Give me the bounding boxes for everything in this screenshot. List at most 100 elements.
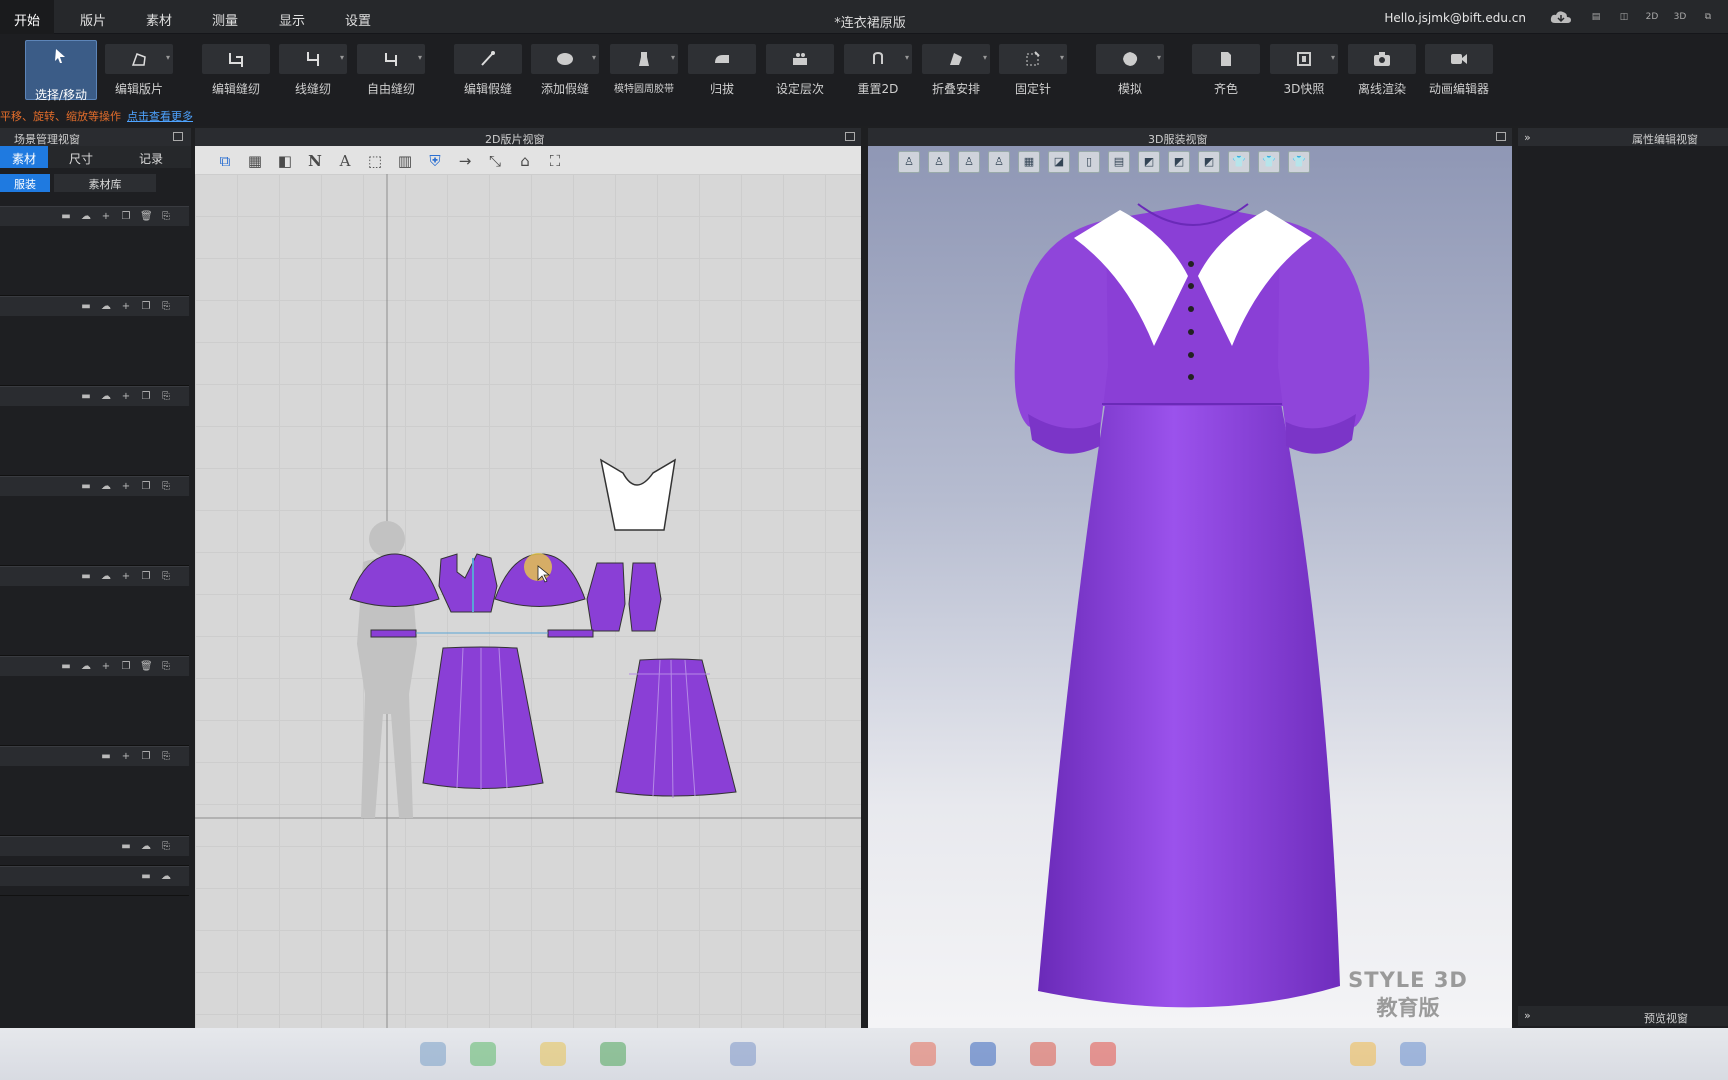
taskbar-app-icon[interactable]: [910, 1042, 936, 1066]
taskbar-app-icon[interactable]: [600, 1042, 626, 1066]
cloud-icon[interactable]: ☁: [100, 571, 112, 582]
edit-sewing-tool[interactable]: 编辑缝纫: [196, 44, 276, 100]
texture-icon[interactable]: ▦: [1018, 151, 1040, 173]
expand-icon[interactable]: »: [1524, 1009, 1531, 1022]
apply-icon[interactable]: ⎘: [160, 661, 172, 672]
fabric-surface-icon[interactable]: ▯: [1078, 151, 1100, 173]
apply-icon[interactable]: ⎘: [160, 481, 172, 492]
folder-icon[interactable]: ▬: [100, 751, 112, 762]
fill-toggle-icon[interactable]: ◧: [275, 151, 295, 171]
expand-icon[interactable]: »: [1524, 131, 1531, 144]
copy-icon[interactable]: ❐: [140, 301, 152, 312]
animation-editor-tool[interactable]: 动画编辑器: [1419, 44, 1499, 100]
fold-arrange-tool[interactable]: ▾ 折叠安排: [916, 44, 996, 100]
cloud-icon[interactable]: ☁: [80, 211, 92, 222]
view-2d-button[interactable]: 2D: [1644, 11, 1660, 23]
apply-icon[interactable]: ⎘: [160, 211, 172, 222]
frame-icon[interactable]: ⬚: [365, 151, 385, 171]
apply-icon[interactable]: ⎘: [160, 301, 172, 312]
copy-icon[interactable]: ❐: [140, 481, 152, 492]
apply-icon[interactable]: ⎘: [160, 841, 172, 852]
cloud-icon[interactable]: ☁: [100, 301, 112, 312]
shade-dark-icon[interactable]: ◩: [1198, 151, 1220, 173]
add-icon[interactable]: +: [120, 571, 132, 582]
apply-icon[interactable]: ⎘: [160, 571, 172, 582]
folder-icon[interactable]: ▬: [80, 481, 92, 492]
menu-measure[interactable]: 测量: [212, 10, 238, 29]
copy-icon[interactable]: ❐: [120, 211, 132, 222]
tab-material[interactable]: 素材: [0, 146, 48, 168]
segment-sewing-tool[interactable]: ▾ 线缝纫: [273, 44, 353, 100]
copy-icon[interactable]: ❐: [140, 391, 152, 402]
copy-icon[interactable]: ❐: [140, 571, 152, 582]
pin-tool[interactable]: ▾ 固定针: [993, 44, 1073, 100]
menu-material[interactable]: 素材: [146, 10, 172, 29]
menu-settings[interactable]: 设置: [345, 10, 371, 29]
delete-icon[interactable]: 🗑: [140, 661, 153, 672]
user-account[interactable]: Hello.jsjmk@bift.edu.cn: [1380, 11, 1526, 25]
subtab-library[interactable]: 素材库: [54, 174, 156, 192]
offline-render-tool[interactable]: 离线渲染: [1342, 44, 1422, 100]
taskbar-app-icon[interactable]: [420, 1042, 446, 1066]
add-icon[interactable]: +: [120, 751, 132, 762]
house-icon[interactable]: ⌂: [515, 151, 535, 171]
add-icon[interactable]: +: [120, 481, 132, 492]
iron-tool[interactable]: 归拔: [682, 44, 762, 100]
view-multi-button[interactable]: ⧉: [1700, 11, 1716, 23]
folder-icon[interactable]: ▬: [120, 841, 132, 852]
folder-icon[interactable]: ▬: [80, 301, 92, 312]
add-icon[interactable]: +: [100, 661, 112, 672]
undock-icon[interactable]: [845, 132, 855, 141]
add-icon[interactable]: +: [100, 211, 112, 222]
view-3d-button[interactable]: 3D: [1672, 11, 1688, 23]
texture-toggle-icon[interactable]: ⧉: [215, 151, 235, 171]
taskbar-app-icon[interactable]: [1400, 1042, 1426, 1066]
avatar-tape-tool[interactable]: ▾ 模特圆周胶带: [604, 44, 684, 100]
delete-icon[interactable]: 🗑: [140, 211, 153, 222]
scale-icon[interactable]: ⤡: [485, 151, 505, 171]
edit-pattern-tool[interactable]: ▾ 编辑版片: [99, 44, 179, 100]
avatar-measure-icon[interactable]: ♙: [958, 151, 980, 173]
menu-display[interactable]: 显示: [279, 10, 305, 29]
ruler-icon[interactable]: ▥: [395, 151, 415, 171]
piece-name-icon[interactable]: N: [305, 151, 325, 171]
layout-list-button[interactable]: ▤: [1588, 11, 1604, 23]
taskbar-app-icon[interactable]: [1350, 1042, 1376, 1066]
shirt-icon[interactable]: ⛨: [425, 151, 445, 171]
apply-icon[interactable]: ⎘: [160, 391, 172, 402]
pattern-canvas[interactable]: [195, 174, 861, 1028]
cloud-icon[interactable]: ☁: [100, 391, 112, 402]
add-icon[interactable]: +: [120, 301, 132, 312]
cloud-icon[interactable]: ☁: [140, 841, 152, 852]
edit-tack-tool[interactable]: 编辑假缝: [448, 44, 528, 100]
folder-icon[interactable]: ▬: [80, 571, 92, 582]
folder-icon[interactable]: ▬: [60, 661, 72, 672]
avatar-display-icon[interactable]: ♙: [898, 151, 920, 173]
fit-view-icon[interactable]: ⛶: [545, 151, 565, 171]
tab-size[interactable]: 尺寸: [69, 150, 93, 167]
taskbar-app-icon[interactable]: [730, 1042, 756, 1066]
subtab-garment[interactable]: 服装: [0, 174, 50, 192]
add-icon[interactable]: +: [120, 391, 132, 402]
colorway-tool[interactable]: 齐色: [1186, 44, 1266, 100]
copy-icon[interactable]: ❐: [120, 661, 132, 672]
cloud-icon[interactable]: [1550, 10, 1572, 24]
cloud-icon[interactable]: ☁: [80, 661, 92, 672]
copy-icon[interactable]: ❐: [140, 751, 152, 762]
taskbar-app-icon[interactable]: [970, 1042, 996, 1066]
cloud-icon[interactable]: ☁: [100, 481, 112, 492]
avatar-xray-icon[interactable]: ♙: [928, 151, 950, 173]
simulate-tool[interactable]: ▾ 模拟: [1090, 44, 1170, 100]
undock-icon[interactable]: [1496, 132, 1506, 141]
undock-icon[interactable]: [173, 132, 183, 141]
reset-2d-tool[interactable]: ▾ 重置2D: [838, 44, 918, 100]
layout-split-button[interactable]: ◫: [1616, 11, 1632, 23]
taskbar-app-icon[interactable]: [1090, 1042, 1116, 1066]
add-tack-tool[interactable]: ▾ 添加假缝: [525, 44, 605, 100]
menu-pattern[interactable]: 版片: [80, 10, 106, 29]
menu-start[interactable]: 开始: [0, 0, 54, 34]
folder-icon[interactable]: ▬: [140, 871, 152, 882]
taskbar-app-icon[interactable]: [1030, 1042, 1056, 1066]
apply-icon[interactable]: ⎘: [160, 751, 172, 762]
taskbar-app-icon[interactable]: [470, 1042, 496, 1066]
